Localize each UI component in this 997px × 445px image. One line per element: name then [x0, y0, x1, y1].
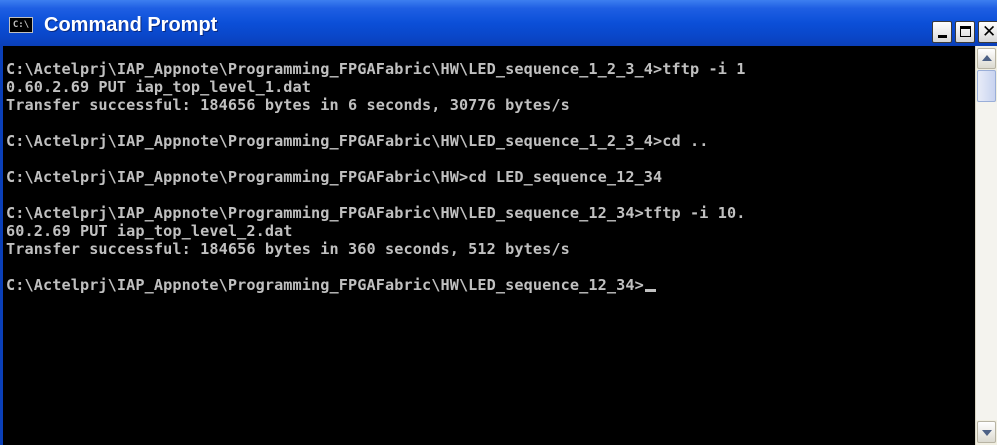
chevron-down-icon	[982, 430, 992, 436]
scroll-track[interactable]	[976, 102, 997, 420]
console-prompt-line[interactable]: C:\Actelprj\IAP_Appnote\Programming_FPGA…	[6, 276, 975, 294]
command-prompt-window: C:\ Command Prompt ✕ C:\Actelprj\IAP_App…	[0, 0, 997, 445]
minimize-icon	[938, 35, 947, 38]
title-bar[interactable]: C:\ Command Prompt ✕	[0, 0, 997, 46]
console-line: C:\Actelprj\IAP_Appnote\Programming_FPGA…	[6, 168, 663, 186]
console-line: Transfer successful: 184656 bytes in 360…	[6, 240, 570, 258]
text-cursor	[644, 289, 656, 292]
console-line: C:\Actelprj\IAP_Appnote\Programming_FPGA…	[6, 204, 746, 222]
close-button[interactable]: ✕	[978, 21, 997, 43]
console-line: C:\Actelprj\IAP_Appnote\Programming_FPGA…	[6, 132, 709, 150]
console-line: C:\Actelprj\IAP_Appnote\Programming_FPGA…	[6, 60, 746, 78]
console-line: Transfer successful: 184656 bytes in 6 s…	[6, 96, 570, 114]
scroll-up-button[interactable]	[977, 48, 996, 69]
maximize-icon	[960, 26, 971, 37]
cmd-icon[interactable]: C:\	[9, 17, 33, 33]
console-output[interactable]: C:\Actelprj\IAP_Appnote\Programming_FPGA…	[3, 46, 975, 445]
console-line: 60.2.69 PUT iap_top_level_2.dat	[6, 222, 293, 240]
close-icon: ✕	[982, 22, 997, 42]
scroll-down-button[interactable]	[977, 421, 996, 443]
vertical-scrollbar[interactable]	[975, 46, 997, 445]
minimize-button[interactable]	[932, 21, 952, 43]
maximize-button[interactable]	[955, 21, 975, 43]
window-title: Command Prompt	[44, 14, 218, 36]
scroll-thumb[interactable]	[977, 70, 996, 102]
console-line: 0.60.2.69 PUT iap_top_level_1.dat	[6, 78, 312, 96]
chevron-up-icon	[982, 55, 992, 61]
current-prompt: C:\Actelprj\IAP_Appnote\Programming_FPGA…	[6, 276, 644, 294]
